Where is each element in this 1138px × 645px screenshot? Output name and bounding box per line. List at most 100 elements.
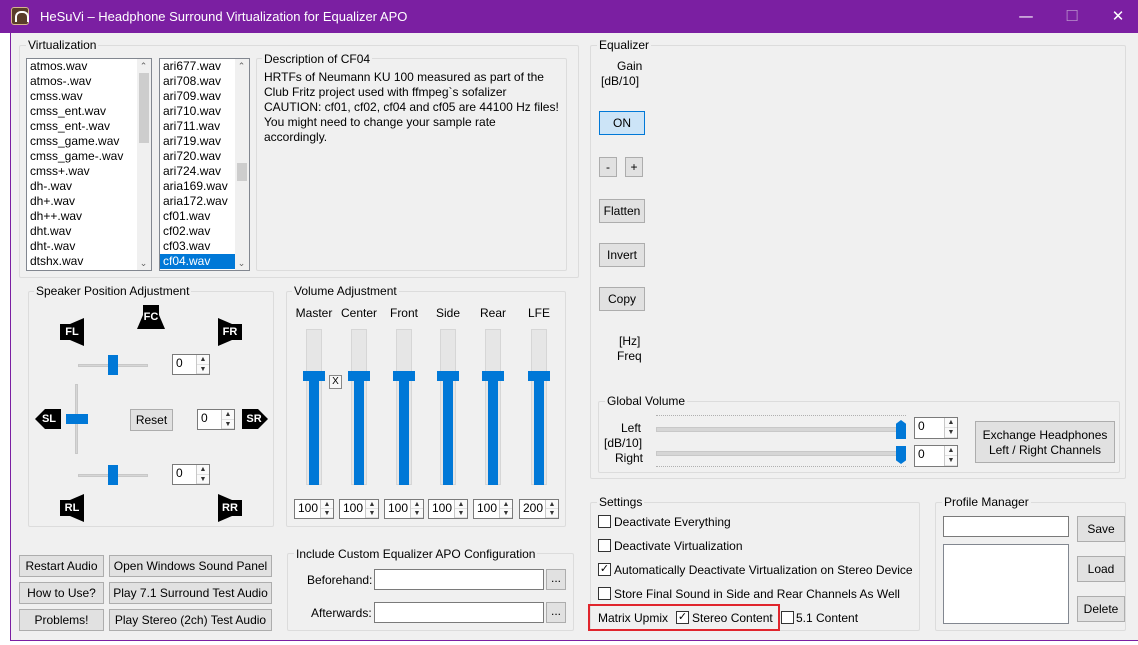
list-item[interactable]: cmss+.wav xyxy=(27,164,151,179)
stepper-up-icon[interactable]: ▲ xyxy=(222,410,234,420)
stepper-up-icon[interactable]: ▲ xyxy=(197,355,209,365)
list-item[interactable]: dh++.wav xyxy=(27,209,151,224)
stepper-down-icon[interactable]: ▼ xyxy=(366,509,378,518)
scroll-thumb[interactable] xyxy=(237,163,247,181)
stepper-down-icon[interactable]: ▼ xyxy=(321,509,333,518)
open-sound-panel-button[interactable]: Open Windows Sound Panel xyxy=(109,555,272,577)
close-button[interactable]: ✕ xyxy=(1095,0,1138,33)
right-volume-slider[interactable] xyxy=(656,451,906,456)
volume-slider-thumb[interactable] xyxy=(482,371,504,381)
left-volume-thumb[interactable] xyxy=(896,420,906,439)
right-volume-thumb[interactable] xyxy=(896,446,906,464)
profile-list[interactable] xyxy=(943,544,1069,624)
volume-slider-thumb[interactable] xyxy=(393,371,415,381)
stepper-up-icon[interactable]: ▲ xyxy=(945,446,957,456)
list2-scrollbar[interactable]: ⌃ ⌄ xyxy=(235,59,249,270)
volume-stepper[interactable]: 100 ▲ ▼ xyxy=(473,499,513,519)
list-item[interactable]: cmss_ent.wav xyxy=(27,104,151,119)
deactivate-virtualization-checkbox[interactable] xyxy=(598,539,611,552)
scroll-down-icon[interactable]: ⌄ xyxy=(235,256,248,270)
stepper-down-icon[interactable]: ▼ xyxy=(411,509,423,518)
list-item[interactable]: dht.wav xyxy=(27,224,151,239)
stepper-down-icon[interactable]: ▼ xyxy=(546,509,558,518)
equalizer-on-button[interactable]: ON xyxy=(599,111,645,135)
list-item[interactable]: dh+.wav xyxy=(27,194,151,209)
stepper-up-icon[interactable]: ▲ xyxy=(546,500,558,509)
volume-stepper[interactable]: 100 ▲ ▼ xyxy=(428,499,468,519)
front-position-stepper[interactable]: 0 ▲ ▼ xyxy=(172,354,210,375)
list-item[interactable]: dh-.wav xyxy=(27,179,151,194)
store-final-checkbox[interactable] xyxy=(598,587,611,600)
virtualization-list-1[interactable]: atmos.wav atmos-.wav cmss.wav cmss_ent.wav c… xyxy=(26,58,152,271)
left-volume-slider[interactable] xyxy=(656,427,906,432)
stepper-up-icon[interactable]: ▲ xyxy=(321,500,333,509)
right-volume-stepper[interactable]: 0 ▲ ▼ xyxy=(914,445,958,467)
stepper-down-icon[interactable]: ▼ xyxy=(945,428,957,438)
exchange-channels-button[interactable]: Exchange Headphones Left / Right Channel… xyxy=(975,421,1115,463)
delete-profile-button[interactable]: Delete xyxy=(1077,596,1125,622)
copy-button[interactable]: Copy xyxy=(599,287,645,311)
volume-slider-thumb[interactable] xyxy=(437,371,459,381)
virtualization-list-2[interactable]: ari677.wav ari708.wav ari709.wav ari710.wav… xyxy=(159,58,250,271)
deactivate-everything-checkbox[interactable] xyxy=(598,515,611,528)
stereo-content-checkbox[interactable]: ✓ xyxy=(676,611,689,624)
list1-scrollbar[interactable]: ⌃ ⌄ xyxy=(137,59,151,270)
front-position-thumb[interactable] xyxy=(108,355,118,375)
volume-slider-thumb[interactable] xyxy=(348,371,370,381)
afterwards-input[interactable] xyxy=(374,602,544,623)
beforehand-browse-button[interactable]: ... xyxy=(546,569,566,590)
scroll-up-icon[interactable]: ⌃ xyxy=(235,59,248,73)
load-profile-button[interactable]: Load xyxy=(1077,556,1125,582)
invert-button[interactable]: Invert xyxy=(599,243,645,267)
stepper-down-icon[interactable]: ▼ xyxy=(455,509,467,518)
stepper-down-icon[interactable]: ▼ xyxy=(222,420,234,429)
scroll-thumb[interactable] xyxy=(139,73,149,143)
list-item[interactable]: cmss_game-.wav xyxy=(27,149,151,164)
list-item[interactable]: atmos-.wav xyxy=(27,74,151,89)
maximize-button[interactable]: ☐ xyxy=(1049,0,1095,33)
flatten-button[interactable]: Flatten xyxy=(599,199,645,223)
volume-stepper[interactable]: 100 ▲ ▼ xyxy=(384,499,424,519)
stepper-up-icon[interactable]: ▲ xyxy=(411,500,423,509)
stepper-down-icon[interactable]: ▼ xyxy=(500,509,512,518)
stepper-up-icon[interactable]: ▲ xyxy=(945,418,957,428)
eq-plus-button[interactable]: + xyxy=(625,157,643,177)
play-71-test-button[interactable]: Play 7.1 Surround Test Audio xyxy=(109,582,272,604)
stepper-down-icon[interactable]: ▼ xyxy=(197,365,209,374)
save-profile-button[interactable]: Save xyxy=(1077,516,1125,542)
beforehand-input[interactable] xyxy=(374,569,544,590)
volume-slider-thumb[interactable] xyxy=(528,371,550,381)
stepper-down-icon[interactable]: ▼ xyxy=(197,475,209,484)
stepper-up-icon[interactable]: ▲ xyxy=(366,500,378,509)
volume-stepper[interactable]: 100 ▲ ▼ xyxy=(294,499,334,519)
rear-position-thumb[interactable] xyxy=(108,465,118,485)
list-item[interactable]: atmos.wav xyxy=(27,59,151,74)
title-bar[interactable]: HeSuVi – Headphone Surround Virtualizati… xyxy=(0,0,1138,33)
scroll-up-icon[interactable]: ⌃ xyxy=(137,59,150,73)
list-item[interactable]: cmss_game.wav xyxy=(27,134,151,149)
left-volume-stepper[interactable]: 0 ▲ ▼ xyxy=(914,417,958,439)
side-position-stepper[interactable]: 0 ▲ ▼ xyxy=(197,409,235,430)
eq-minus-button[interactable]: - xyxy=(599,157,617,177)
side-position-thumb[interactable] xyxy=(66,414,88,424)
play-stereo-test-button[interactable]: Play Stereo (2ch) Test Audio xyxy=(109,609,272,631)
volume-stepper[interactable]: 200 ▲ ▼ xyxy=(519,499,559,519)
auto-deactivate-checkbox[interactable]: ✓ xyxy=(598,563,611,576)
volume-slider-thumb[interactable] xyxy=(303,371,325,381)
scroll-down-icon[interactable]: ⌄ xyxy=(137,256,150,270)
list-item[interactable]: dtshx.wav xyxy=(27,254,151,269)
restart-audio-button[interactable]: Restart Audio xyxy=(19,555,104,577)
stepper-up-icon[interactable]: ▲ xyxy=(197,465,209,475)
stepper-up-icon[interactable]: ▲ xyxy=(500,500,512,509)
rear-position-stepper[interactable]: 0 ▲ ▼ xyxy=(172,464,210,485)
link-channels-toggle[interactable]: X xyxy=(329,375,342,389)
afterwards-browse-button[interactable]: ... xyxy=(546,602,566,623)
how-to-use-button[interactable]: How to Use? xyxy=(19,582,104,604)
stepper-down-icon[interactable]: ▼ xyxy=(945,456,957,466)
stepper-up-icon[interactable]: ▲ xyxy=(455,500,467,509)
reset-button[interactable]: Reset xyxy=(130,409,173,431)
minimize-button[interactable]: — xyxy=(1003,0,1049,33)
list-item[interactable]: dht-.wav xyxy=(27,239,151,254)
list-item[interactable]: cmss_ent-.wav xyxy=(27,119,151,134)
list-item[interactable]: cmss.wav xyxy=(27,89,151,104)
